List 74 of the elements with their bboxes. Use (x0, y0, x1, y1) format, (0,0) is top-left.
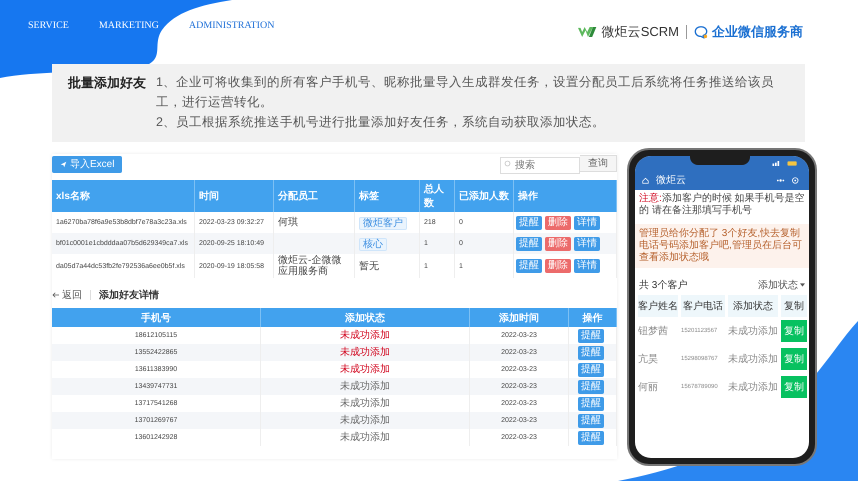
remind-button[interactable]: 提醒 (578, 414, 604, 428)
column-header: 客户电话 (681, 295, 725, 317)
app-title: 微炬云 (656, 174, 687, 187)
column-header: 手机号 (52, 308, 260, 327)
column-header: 标签 (354, 180, 420, 212)
column-header: 操作 (568, 308, 616, 327)
customer-name: 亢昊 (638, 352, 659, 366)
column-header: 添加状态 (260, 308, 470, 327)
copy-button[interactable]: 复制 (781, 376, 807, 398)
feature-text: 2、员工根据系统推送手机号进行批量添加好友任务，系统自动获取添加状态。 (156, 114, 606, 131)
search-icon (504, 160, 511, 166)
status-text: 未成功添加 (260, 344, 470, 361)
copy-button[interactable]: 复制 (781, 320, 807, 342)
customer-name: 钮梦茜 (638, 324, 669, 338)
action-button[interactable]: 删除 (545, 216, 571, 230)
action-button[interactable]: 详情 (574, 216, 600, 230)
search-field[interactable]: 搜索 (500, 156, 580, 174)
feature-text: 1、企业可将收集到的所有客户手机号、昵称批量导入生成群发任务，设置分配员工后系统将任务推送给该员工，进行运营转化。 (156, 74, 775, 111)
action-button[interactable]: 提醒 (516, 216, 542, 230)
column-header: 总人数 (420, 180, 454, 212)
table-cell: 微炬云-企微微应用服务商 (274, 254, 354, 278)
remind-button[interactable]: 提醒 (578, 328, 604, 342)
status-text: 未成功添加 (260, 412, 470, 429)
status-filter[interactable]: 添加状态 (758, 278, 798, 292)
action-button[interactable]: 提醒 (516, 236, 542, 250)
nav-tab[interactable]: MARKETING (98, 20, 159, 31)
status-text: 未成功添加 (728, 324, 778, 338)
status-text: 未成功添加 (728, 380, 778, 394)
import-button[interactable]: 导入Excel (52, 156, 122, 172)
signal-icon (771, 160, 799, 166)
logo-icon (578, 26, 598, 38)
remind-button[interactable]: 提醒 (578, 396, 604, 410)
caret-icon (800, 283, 805, 287)
action-button[interactable]: 详情 (574, 236, 600, 250)
feature-title: 批量添加好友 (68, 74, 146, 92)
back-link[interactable]: 返回 (52, 288, 82, 302)
status-text: 未成功添加 (728, 352, 778, 366)
column-header: 已添加人数 (454, 180, 514, 212)
query-button[interactable]: 查询 (580, 154, 617, 172)
remind-button[interactable]: 提醒 (578, 430, 604, 444)
status-text: 未成功添加 (260, 429, 470, 446)
partner-label: 企业微信服务商 (712, 23, 803, 41)
column-header: 操作 (514, 180, 616, 212)
column-header: xls名称 (52, 180, 194, 212)
customer-count: 共 3个客户 (639, 278, 688, 292)
tag-chip: 微炬客户 (359, 216, 407, 230)
column-header: 添加状态 (728, 295, 778, 317)
arrow-left-icon (52, 292, 60, 298)
brand-name: 微炬云SCRM (602, 23, 679, 41)
message-box: 管理员给你分配了 3个好友,快去复制电话号码添加客户吧,管理员在后台可查看添加状态哦 (635, 224, 809, 268)
action-button[interactable]: 提醒 (516, 259, 542, 273)
tag-chip: 核心 (359, 238, 387, 250)
phone-notch (690, 156, 750, 165)
column-header: 添加时间 (470, 308, 568, 327)
remind-button[interactable]: 提醒 (578, 346, 604, 360)
notice-text: 注意:添加客户的时候 如果手机号是空的 请在备注那填写手机号 (639, 193, 805, 217)
action-button[interactable]: 删除 (545, 259, 571, 273)
column-header: 复制 (781, 295, 807, 317)
customer-name: 何丽 (638, 380, 659, 394)
chat-icon (694, 25, 708, 39)
column-header: 分配员工 (274, 180, 354, 212)
section-title: 添加好友详情 (99, 288, 159, 302)
column-header: 客户姓名 (638, 295, 678, 317)
action-button[interactable]: 详情 (574, 259, 600, 273)
action-button[interactable]: 删除 (545, 236, 571, 250)
column-header: 时间 (194, 180, 274, 212)
send-icon (60, 160, 67, 168)
table-cell: 暂无 (354, 254, 420, 278)
nav-tab[interactable]: ADMINISTRATION (188, 20, 274, 31)
copy-button[interactable]: 复制 (781, 348, 807, 370)
remind-button[interactable]: 提醒 (578, 362, 604, 376)
nav-tab[interactable]: SERVICE (28, 20, 69, 31)
remind-button[interactable]: 提醒 (578, 380, 604, 394)
status-text: 未成功添加 (260, 378, 470, 395)
